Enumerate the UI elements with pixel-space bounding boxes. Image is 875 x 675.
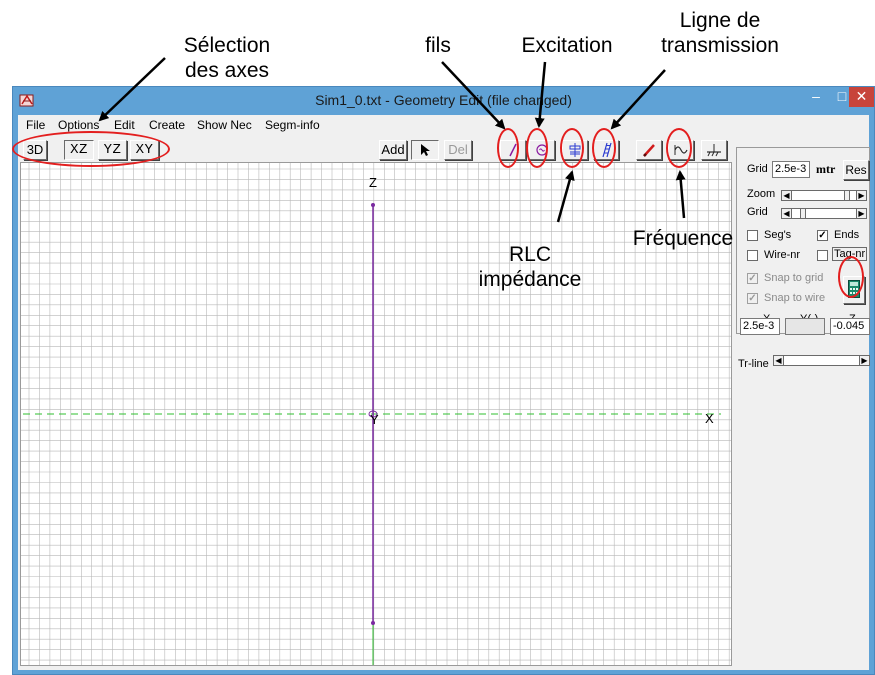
pointer-icon: [421, 144, 430, 156]
grid-scrollbar[interactable]: ◀ ▶: [781, 208, 867, 219]
coord-x-field[interactable]: 2.5e-3: [740, 318, 780, 335]
wire-end-top[interactable]: [371, 203, 375, 207]
menu-options[interactable]: Options: [58, 118, 99, 132]
zoom-scrollbar[interactable]: ◀ ▶: [781, 190, 867, 201]
select-pointer-button[interactable]: [411, 140, 439, 160]
ends-label: Ends: [834, 229, 860, 241]
zoom-right-arrow[interactable]: ▶: [856, 191, 866, 200]
minimize-button[interactable]: –: [803, 87, 829, 107]
ground-button[interactable]: [701, 140, 727, 160]
annotation-axes-selection: Sélection des axes: [183, 34, 271, 82]
coord-y-field[interactable]: [785, 318, 825, 335]
grid-thumb[interactable]: [800, 209, 806, 218]
grid-left-arrow[interactable]: ◀: [782, 209, 792, 218]
window-title: Sim1_0.txt - Geometry Edit (file changed…: [315, 92, 572, 108]
zoom-thumb[interactable]: [844, 191, 850, 200]
snap-wire-label: Snap to wire: [764, 292, 826, 304]
highlight-calculator-button: [838, 256, 864, 298]
draw-pen-button[interactable]: [636, 140, 662, 160]
annotation-transmission-line: Ligne de transmission: [661, 9, 779, 57]
trline-label: Tr-line: [738, 358, 769, 370]
close-button[interactable]: ✕: [849, 87, 874, 107]
coord-z-field[interactable]: -0.045: [830, 318, 870, 335]
wirenr-checkbox[interactable]: [747, 250, 758, 261]
tagnr-checkbox[interactable]: [817, 250, 828, 261]
trline-scrollbar[interactable]: ◀ ▶: [773, 355, 870, 366]
highlight-axes-buttons: [12, 131, 170, 167]
highlight-trline-tool: [592, 128, 616, 168]
annotation-excitation: Excitation: [521, 34, 613, 57]
annotation-wires: fils: [425, 34, 451, 57]
wirenr-label: Wire-nr: [764, 249, 801, 261]
grid-right-arrow[interactable]: ▶: [856, 209, 866, 218]
snap-grid-label: Snap to grid: [764, 272, 824, 284]
highlight-excitation-tool: [526, 128, 548, 168]
segs-checkbox[interactable]: [747, 230, 758, 241]
menu-file[interactable]: File: [26, 118, 45, 132]
ground-icon: [707, 144, 721, 157]
settings-panel: Grid 2.5e-3 mtr Res Zoom ◀ ▶ Grid ◀ ▶ Se…: [736, 147, 870, 334]
add-button[interactable]: Add: [379, 140, 407, 160]
grid-size-field[interactable]: 2.5e-3: [772, 161, 810, 178]
title-bar: Sim1_0.txt - Geometry Edit (file changed…: [13, 87, 874, 115]
menu-edit[interactable]: Edit: [114, 118, 135, 132]
annotation-rlc-impedance: RLC impédance: [478, 243, 582, 291]
zoom-left-arrow[interactable]: ◀: [782, 191, 792, 200]
res-button[interactable]: Res: [843, 160, 869, 180]
highlight-wire-tool: [497, 128, 519, 168]
wire-end-bottom[interactable]: [371, 621, 375, 625]
highlight-frequency-button: [666, 128, 692, 168]
unit-label: mtr: [816, 162, 836, 176]
menu-show-nec[interactable]: Show Nec: [197, 118, 252, 132]
grid-scroll-label: Grid: [747, 206, 768, 218]
trline-right-arrow[interactable]: ▶: [859, 356, 869, 365]
z-axis-label: Z: [369, 175, 377, 190]
x-axis-label: X: [705, 411, 714, 426]
geometry-edit-window: Sim1_0.txt - Geometry Edit (file changed…: [12, 86, 875, 675]
delete-button[interactable]: Del: [444, 140, 472, 160]
pen-icon: [643, 144, 655, 157]
client-area: File Options Edit Create Show Nec Segm-i…: [18, 115, 870, 670]
menu-create[interactable]: Create: [149, 118, 185, 132]
snap-grid-checkbox[interactable]: ✓: [747, 273, 758, 284]
ends-checkbox[interactable]: ✓: [817, 230, 828, 241]
trline-left-arrow[interactable]: ◀: [774, 356, 784, 365]
menu-bar: File Options Edit Create Show Nec Segm-i…: [18, 115, 869, 134]
zoom-label: Zoom: [747, 188, 776, 200]
y-axis-label: Y: [370, 412, 379, 427]
annotation-frequency: Fréquence: [632, 227, 734, 250]
segs-label: Seg's: [764, 229, 792, 241]
menu-segm-info[interactable]: Segm-info: [265, 118, 320, 132]
highlight-rlc-tool: [560, 128, 584, 168]
snap-wire-checkbox[interactable]: ✓: [747, 293, 758, 304]
grid-size-label: Grid: [747, 163, 768, 175]
